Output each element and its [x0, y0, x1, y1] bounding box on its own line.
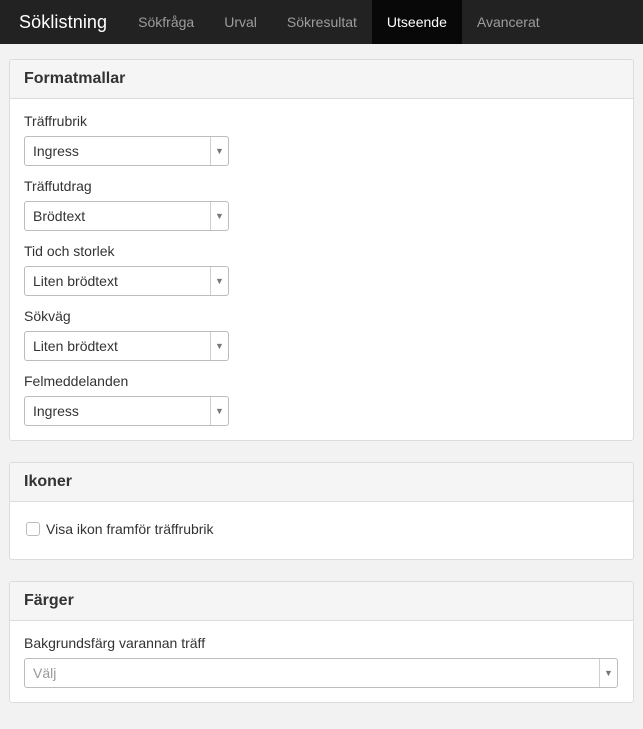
- tid-och-storlek-label: Tid och storlek: [24, 243, 115, 259]
- ikoner-heading: Ikoner: [10, 463, 633, 502]
- chevron-down-icon: ▼: [210, 397, 228, 425]
- traffutdrag-select[interactable]: Brödtext ▼: [24, 201, 229, 231]
- visa-ikon-checkbox[interactable]: [26, 522, 40, 536]
- tab-sokfraga[interactable]: Sökfråga: [123, 0, 209, 44]
- felmeddelanden-value: Ingress: [33, 403, 79, 419]
- sokvag-value: Liten brödtext: [33, 338, 118, 354]
- bakgrundsfarg-placeholder: Välj: [33, 665, 57, 681]
- farger-heading: Färger: [10, 582, 633, 621]
- field-traffutdrag: Träffutdrag Brödtext ▼: [24, 178, 619, 231]
- chevron-down-icon: ▼: [599, 659, 617, 687]
- tid-och-storlek-value: Liten brödtext: [33, 273, 118, 289]
- brand-title[interactable]: Söklistning: [0, 0, 123, 44]
- farger-panel: Färger Bakgrundsfärg varannan träff Välj…: [9, 581, 634, 703]
- sokvag-select[interactable]: Liten brödtext ▼: [24, 331, 229, 361]
- chevron-down-icon: ▼: [210, 137, 228, 165]
- felmeddelanden-label: Felmeddelanden: [24, 373, 129, 389]
- visa-ikon-label: Visa ikon framför träffrubrik: [46, 521, 214, 537]
- formatmallar-body: Träffrubrik Ingress ▼ Träffutdrag Brödte…: [10, 99, 633, 440]
- main-content: Formatmallar Träffrubrik Ingress ▼ Träff…: [0, 44, 643, 703]
- traffrubrik-value: Ingress: [33, 143, 79, 159]
- bakgrundsfarg-label: Bakgrundsfärg varannan träff: [24, 635, 206, 651]
- chevron-down-icon: ▼: [210, 332, 228, 360]
- chevron-down-icon: ▼: [210, 202, 228, 230]
- formatmallar-heading: Formatmallar: [10, 60, 633, 99]
- traffutdrag-label: Träffutdrag: [24, 178, 92, 194]
- traffrubrik-label: Träffrubrik: [24, 113, 88, 129]
- visa-ikon-option[interactable]: Visa ikon framför träffrubrik: [24, 517, 619, 541]
- ikoner-body: Visa ikon framför träffrubrik: [10, 502, 633, 559]
- field-tid-och-storlek: Tid och storlek Liten brödtext ▼: [24, 243, 619, 296]
- traffutdrag-value: Brödtext: [33, 208, 86, 224]
- tab-avancerat[interactable]: Avancerat: [462, 0, 555, 44]
- field-bakgrundsfarg: Bakgrundsfärg varannan träff Välj ▼: [24, 635, 619, 688]
- chevron-down-icon: ▼: [210, 267, 228, 295]
- top-navbar: Söklistning Sökfråga Urval Sökresultat U…: [0, 0, 643, 44]
- tid-och-storlek-select[interactable]: Liten brödtext ▼: [24, 266, 229, 296]
- ikoner-panel: Ikoner Visa ikon framför träffrubrik: [9, 462, 634, 560]
- tab-sokresultat[interactable]: Sökresultat: [272, 0, 372, 44]
- field-traffrubrik: Träffrubrik Ingress ▼: [24, 113, 619, 166]
- formatmallar-panel: Formatmallar Träffrubrik Ingress ▼ Träff…: [9, 59, 634, 441]
- traffrubrik-select[interactable]: Ingress ▼: [24, 136, 229, 166]
- field-felmeddelanden: Felmeddelanden Ingress ▼: [24, 373, 619, 426]
- farger-body: Bakgrundsfärg varannan träff Välj ▼: [10, 621, 633, 702]
- tab-utseende[interactable]: Utseende: [371, 0, 462, 44]
- bakgrundsfarg-select[interactable]: Välj ▼: [24, 658, 618, 688]
- sokvag-label: Sökväg: [24, 308, 71, 324]
- felmeddelanden-select[interactable]: Ingress ▼: [24, 396, 229, 426]
- tab-urval[interactable]: Urval: [209, 0, 272, 44]
- field-sokvag: Sökväg Liten brödtext ▼: [24, 308, 619, 361]
